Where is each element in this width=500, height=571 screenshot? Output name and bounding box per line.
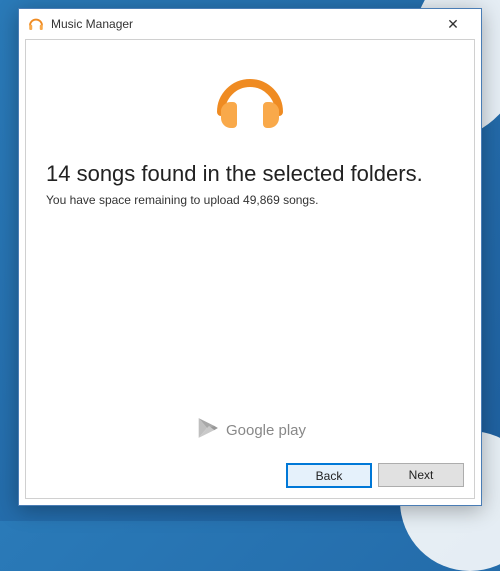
close-icon: ✕ (447, 16, 459, 33)
back-button[interactable]: Back (286, 463, 372, 488)
headline-text: 14 songs found in the selected folders. (26, 151, 474, 193)
google-play-label: Google play (226, 422, 306, 439)
content-panel: 14 songs found in the selected folders. … (25, 39, 475, 499)
music-manager-small-icon (27, 15, 45, 33)
wizard-button-bar: Back Next (286, 463, 464, 488)
next-button[interactable]: Next (378, 463, 464, 487)
google-play-branding: Google play (26, 415, 474, 446)
content-frame: 14 songs found in the selected folders. … (19, 39, 481, 505)
google-play-icon (194, 415, 220, 446)
subtext: You have space remaining to upload 49,86… (26, 193, 474, 207)
hero-logo-area (26, 40, 474, 151)
app-window: Music Manager ✕ 14 songs found in the se… (18, 8, 482, 506)
window-title: Music Manager (51, 17, 433, 31)
titlebar: Music Manager ✕ (19, 9, 481, 39)
close-button[interactable]: ✕ (433, 10, 473, 38)
headphones-icon (211, 68, 289, 143)
